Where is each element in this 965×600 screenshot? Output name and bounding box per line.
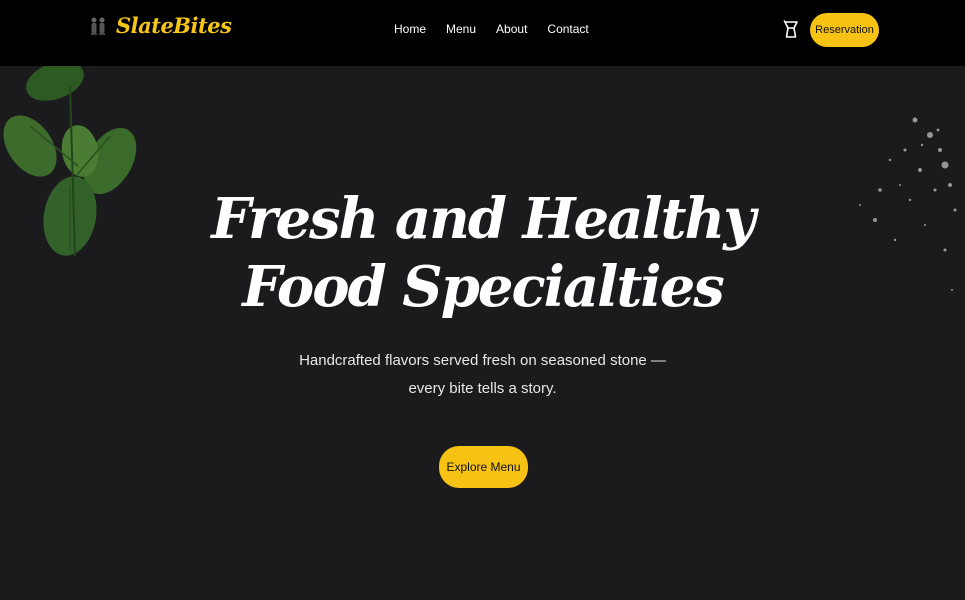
explore-menu-button[interactable]: Explore Menu xyxy=(439,446,528,488)
nav-link-menu[interactable]: Menu xyxy=(446,22,476,36)
reservation-button[interactable]: Reservation xyxy=(810,13,879,47)
top-navbar: SlateBites Home Menu About Contact Reser… xyxy=(0,0,965,66)
nav-link-about[interactable]: About xyxy=(496,22,527,36)
hero-title: Fresh and Healthy Food Specialties xyxy=(0,185,965,321)
brand-logo[interactable]: SlateBites xyxy=(88,12,232,38)
main-nav: Home Menu About Contact xyxy=(394,22,589,36)
hero-subtitle: Handcrafted flavors served fresh on seas… xyxy=(299,352,666,397)
chef-figures-icon xyxy=(91,17,105,35)
hero-section: Fresh and Healthy Food Specialties Handc… xyxy=(0,185,965,403)
nav-link-home[interactable]: Home xyxy=(394,22,426,36)
nav-link-contact[interactable]: Contact xyxy=(547,22,588,36)
brand-name: SlateBites xyxy=(116,12,232,38)
cart-icon[interactable] xyxy=(783,20,799,40)
hero-title-line-1: Fresh and Healthy xyxy=(211,186,756,252)
hero-title-line-2: Food Specialties xyxy=(242,254,725,320)
